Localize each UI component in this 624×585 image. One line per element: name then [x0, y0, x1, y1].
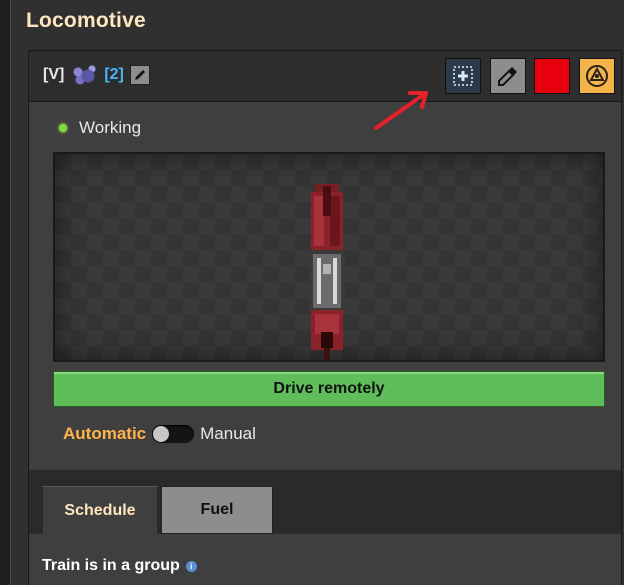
color-picker-button[interactable]	[490, 58, 526, 94]
selection-icon	[453, 66, 473, 86]
drive-remotely-button[interactable]: Drive remotely	[53, 371, 605, 407]
eyedropper-icon	[498, 67, 517, 86]
tab-fuel[interactable]: Fuel	[161, 486, 273, 534]
pencil-icon	[134, 70, 145, 80]
tabbed-pane: Schedule Fuel Train is in a group i	[28, 470, 622, 585]
train-number: [2]	[104, 66, 124, 83]
info-icon[interactable]: i	[185, 560, 197, 572]
automatic-label[interactable]: Automatic	[63, 424, 146, 444]
annotation-arrow-icon	[374, 91, 428, 130]
train-header: [V] [2]	[29, 51, 621, 102]
locomotive-preview[interactable]	[53, 152, 605, 362]
toggle-knob	[153, 426, 170, 442]
window-title: Locomotive	[26, 9, 146, 32]
manual-label[interactable]: Manual	[200, 424, 256, 444]
status-indicator-icon	[59, 124, 67, 132]
mode-switch-row: Automatic Manual	[63, 424, 256, 444]
follow-button[interactable]	[579, 58, 615, 94]
status-text: Working	[79, 118, 142, 137]
train-prefix: [V]	[43, 66, 65, 83]
train-name: [V] [2]	[43, 64, 150, 86]
train-group-icon	[70, 64, 99, 86]
train-group-label: Train is in a group	[42, 557, 180, 574]
locomotive-panel: [V] [2] Working Drive remotely Automatic…	[28, 50, 622, 472]
locomotive-image	[309, 184, 345, 360]
color-swatch-button[interactable]	[534, 58, 570, 94]
train-group-row: Train is in a group i	[42, 557, 197, 575]
select-button[interactable]	[445, 58, 481, 94]
locomotive-window: Locomotive [V] [2] Working Drive remotel…	[10, 0, 624, 585]
schedule-content: Train is in a group i	[29, 534, 621, 585]
tab-schedule[interactable]: Schedule	[43, 486, 157, 534]
mode-toggle-switch[interactable]	[152, 425, 195, 443]
rename-button[interactable]	[129, 65, 150, 85]
follow-train-icon	[586, 65, 608, 87]
status-row: Working	[59, 118, 141, 138]
